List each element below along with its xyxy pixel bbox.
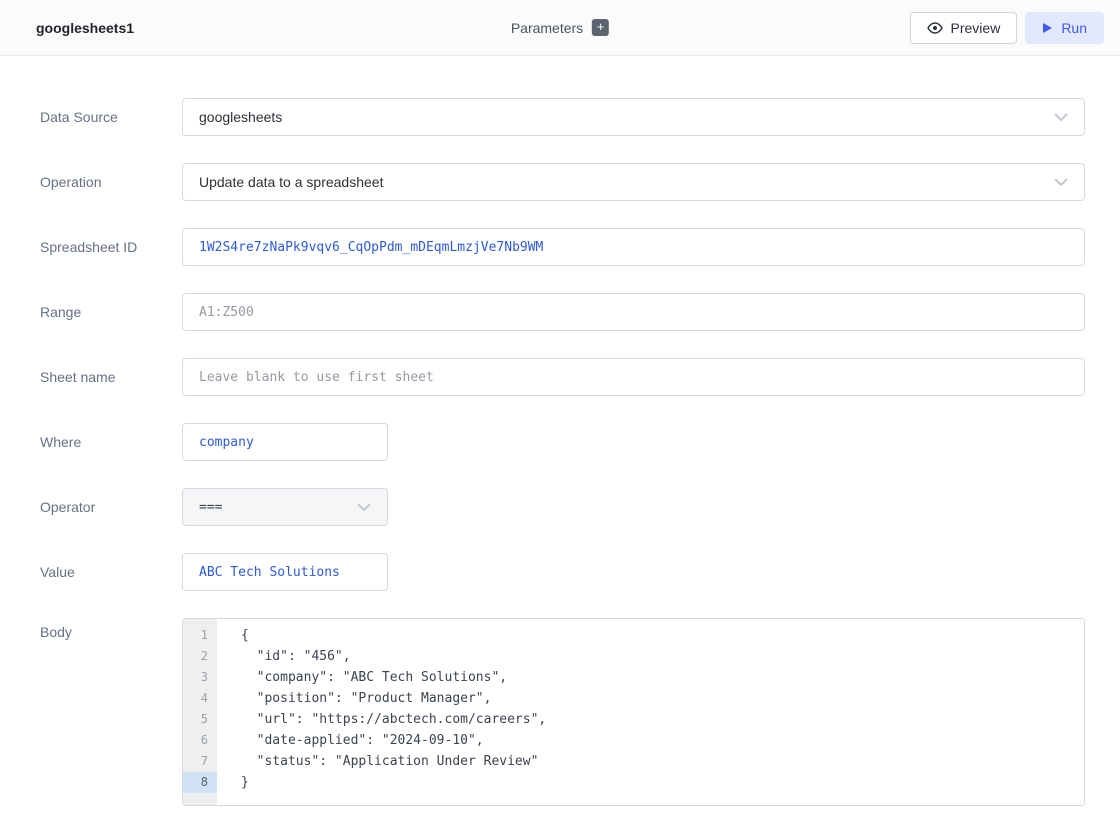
data-source-select[interactable]: googlesheets — [182, 98, 1085, 136]
line-number-gutter: 1 2 3 4 5 6 7 8 — [183, 619, 217, 805]
eye-icon — [927, 22, 943, 34]
add-parameter-button[interactable]: + — [592, 19, 609, 36]
code-line[interactable]: { — [241, 625, 1084, 646]
data-source-label: Data Source — [40, 109, 182, 125]
line-number: 2 — [183, 646, 217, 667]
code-area[interactable]: { "id": "456", "company": "ABC Tech Solu… — [217, 619, 1084, 805]
code-line[interactable]: "position": "Product Manager", — [241, 688, 1084, 709]
run-button-label: Run — [1061, 20, 1087, 36]
step-title: googlesheets1 — [36, 20, 134, 36]
play-icon — [1042, 22, 1053, 34]
operator-value: === — [199, 500, 222, 515]
parameters-form: Data Source googlesheets Operation Updat… — [0, 56, 1120, 806]
field-row-data-source: Data Source googlesheets — [40, 98, 1085, 136]
code-line[interactable]: "status": "Application Under Review" — [241, 751, 1084, 772]
line-number: 1 — [183, 625, 217, 646]
field-row-where: Where company — [40, 423, 1085, 461]
spreadsheet-id-label: Spreadsheet ID — [40, 239, 182, 255]
field-row-sheet-name: Sheet name Leave blank to use first shee… — [40, 358, 1085, 396]
line-number: 7 — [183, 751, 217, 772]
header: googlesheets1 Parameters + Preview Run — [0, 0, 1120, 56]
sheet-name-placeholder: Leave blank to use first sheet — [199, 370, 434, 385]
line-number: 3 — [183, 667, 217, 688]
operation-select[interactable]: Update data to a spreadsheet — [182, 163, 1085, 201]
range-label: Range — [40, 304, 182, 320]
line-number: 5 — [183, 709, 217, 730]
where-input[interactable]: company — [182, 423, 388, 461]
field-row-body: Body 1 2 3 4 5 6 7 8 { "id": — [40, 618, 1085, 806]
code-line[interactable]: } — [241, 772, 1084, 793]
preview-button-label: Preview — [951, 20, 1001, 36]
range-value: A1:Z500 — [199, 305, 254, 320]
field-row-operation: Operation Update data to a spreadsheet — [40, 163, 1085, 201]
operation-value: Update data to a spreadsheet — [199, 174, 383, 190]
header-actions: Preview Run — [910, 12, 1104, 44]
code-line[interactable]: "url": "https://abctech.com/careers", — [241, 709, 1084, 730]
preview-button[interactable]: Preview — [910, 12, 1018, 44]
operation-label: Operation — [40, 174, 182, 190]
chevron-down-icon — [1054, 113, 1068, 121]
body-code-editor[interactable]: 1 2 3 4 5 6 7 8 { "id": "456", "company"… — [182, 618, 1085, 806]
where-label: Where — [40, 434, 182, 450]
code-line[interactable]: "id": "456", — [241, 646, 1084, 667]
line-number: 4 — [183, 688, 217, 709]
data-source-value: googlesheets — [199, 109, 282, 125]
parameters-tab: Parameters + — [511, 19, 609, 36]
run-button[interactable]: Run — [1025, 12, 1104, 44]
line-number-active: 8 — [183, 772, 217, 793]
parameters-label: Parameters — [511, 20, 583, 36]
spreadsheet-id-input[interactable]: 1W2S4re7zNaPk9vqv6_CqOpPdm_mDEqmLmzjVe7N… — [182, 228, 1085, 266]
app-window: googlesheets1 Parameters + Preview Run — [0, 0, 1120, 830]
body-label: Body — [40, 618, 182, 640]
value-value: ABC Tech Solutions — [199, 565, 340, 580]
chevron-down-icon — [1054, 178, 1068, 186]
value-label: Value — [40, 564, 182, 580]
field-row-range: Range A1:Z500 — [40, 293, 1085, 331]
operator-label: Operator — [40, 499, 182, 515]
sheet-name-label: Sheet name — [40, 369, 182, 385]
where-value: company — [199, 435, 254, 450]
field-row-operator: Operator === — [40, 488, 1085, 526]
value-input[interactable]: ABC Tech Solutions — [182, 553, 388, 591]
field-row-value: Value ABC Tech Solutions — [40, 553, 1085, 591]
code-line[interactable]: "company": "ABC Tech Solutions", — [241, 667, 1084, 688]
code-line[interactable]: "date-applied": "2024-09-10", — [241, 730, 1084, 751]
range-input[interactable]: A1:Z500 — [182, 293, 1085, 331]
chevron-down-icon — [357, 503, 371, 511]
sheet-name-input[interactable]: Leave blank to use first sheet — [182, 358, 1085, 396]
spreadsheet-id-value: 1W2S4re7zNaPk9vqv6_CqOpPdm_mDEqmLmzjVe7N… — [199, 240, 543, 255]
operator-select[interactable]: === — [182, 488, 388, 526]
field-row-spreadsheet-id: Spreadsheet ID 1W2S4re7zNaPk9vqv6_CqOpPd… — [40, 228, 1085, 266]
line-number: 6 — [183, 730, 217, 751]
